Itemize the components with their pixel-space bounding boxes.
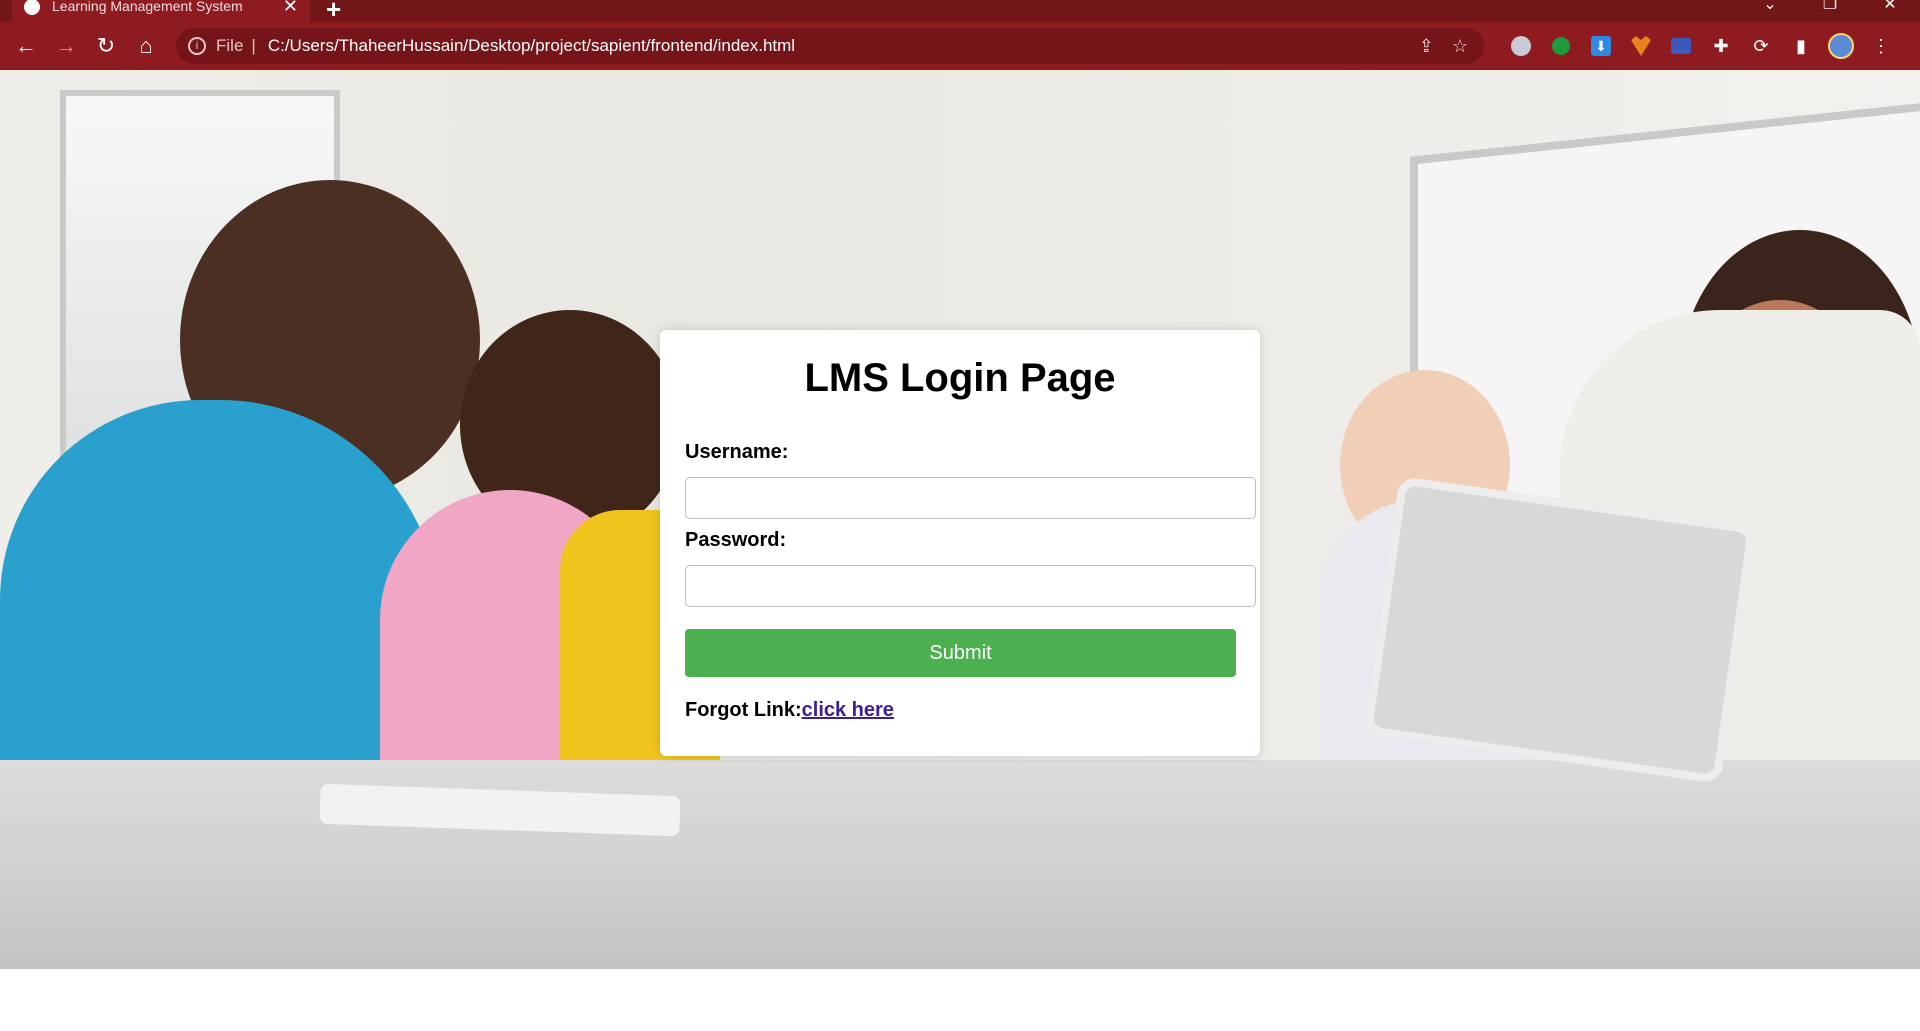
extension-record-icon[interactable] <box>1508 33 1534 59</box>
hero-figure <box>0 400 440 820</box>
share-icon[interactable]: ⇪ <box>1419 36 1434 57</box>
hero-tablet <box>1363 476 1757 784</box>
extension-leaf-icon[interactable] <box>1548 33 1574 59</box>
page-viewport: LMS Login Page Username: Password: Submi… <box>0 70 1920 969</box>
browser-toolbar: ← → ↻ ⌂ i File | C:/Users/ThaheerHussain… <box>0 22 1920 70</box>
close-window-icon[interactable]: ✕ <box>1860 0 1920 16</box>
username-input[interactable] <box>685 477 1256 519</box>
hero-table <box>0 760 1920 969</box>
address-scheme: File <box>216 36 244 55</box>
login-card: LMS Login Page Username: Password: Submi… <box>660 330 1260 756</box>
forgot-row: Forgot Link:click here <box>685 699 1235 722</box>
menu-kebab-icon[interactable]: ⋮ <box>1868 33 1894 59</box>
close-icon[interactable]: ✕ <box>283 0 298 17</box>
extensions-bar: ⬇ ✚ ⟳ ▮ ⋮ <box>1508 28 1894 64</box>
extension-metamask-icon[interactable] <box>1628 33 1654 59</box>
profile-avatar[interactable] <box>1828 33 1854 59</box>
extension-download-icon[interactable]: ⬇ <box>1588 33 1614 59</box>
page-title: LMS Login Page <box>804 356 1116 400</box>
tab-strip: Learning Management System ✕ + ⌄ ❐ ✕ <box>0 0 1920 24</box>
sidepanel-icon[interactable]: ▮ <box>1788 33 1814 59</box>
globe-icon <box>24 0 40 15</box>
star-icon[interactable]: ☆ <box>1452 36 1468 57</box>
submit-button[interactable]: Submit <box>685 629 1236 677</box>
reload-button[interactable]: ↻ <box>86 26 126 66</box>
forgot-link[interactable]: click here <box>802 699 894 721</box>
forgot-label: Forgot Link: <box>685 699 802 721</box>
forward-button[interactable]: → <box>46 26 86 66</box>
back-button[interactable]: ← <box>6 26 46 66</box>
chevron-down-icon[interactable]: ⌄ <box>1740 0 1800 16</box>
address-separator: | <box>251 36 256 55</box>
home-button[interactable]: ⌂ <box>126 26 166 66</box>
address-bar[interactable]: i File | C:/Users/ThaheerHussain/Desktop… <box>176 28 1484 64</box>
info-icon[interactable]: i <box>188 37 206 55</box>
omnibox-actions: ⇪ ☆ <box>1419 36 1468 57</box>
restore-icon[interactable]: ❐ <box>1800 0 1860 16</box>
username-label: Username: <box>685 441 789 463</box>
address-url[interactable]: C:/Users/ThaheerHussain/Desktop/project/… <box>268 36 795 56</box>
browser-tab[interactable]: Learning Management System ✕ <box>12 0 310 22</box>
tab-title: Learning Management System <box>52 0 243 14</box>
window-controls: ⌄ ❐ ✕ <box>1740 0 1920 22</box>
password-label: Password: <box>685 529 787 551</box>
puzzle-icon[interactable]: ✚ <box>1708 33 1734 59</box>
sync-icon[interactable]: ⟳ <box>1748 33 1774 59</box>
extension-card-icon[interactable] <box>1668 33 1694 59</box>
password-input[interactable] <box>685 565 1256 607</box>
